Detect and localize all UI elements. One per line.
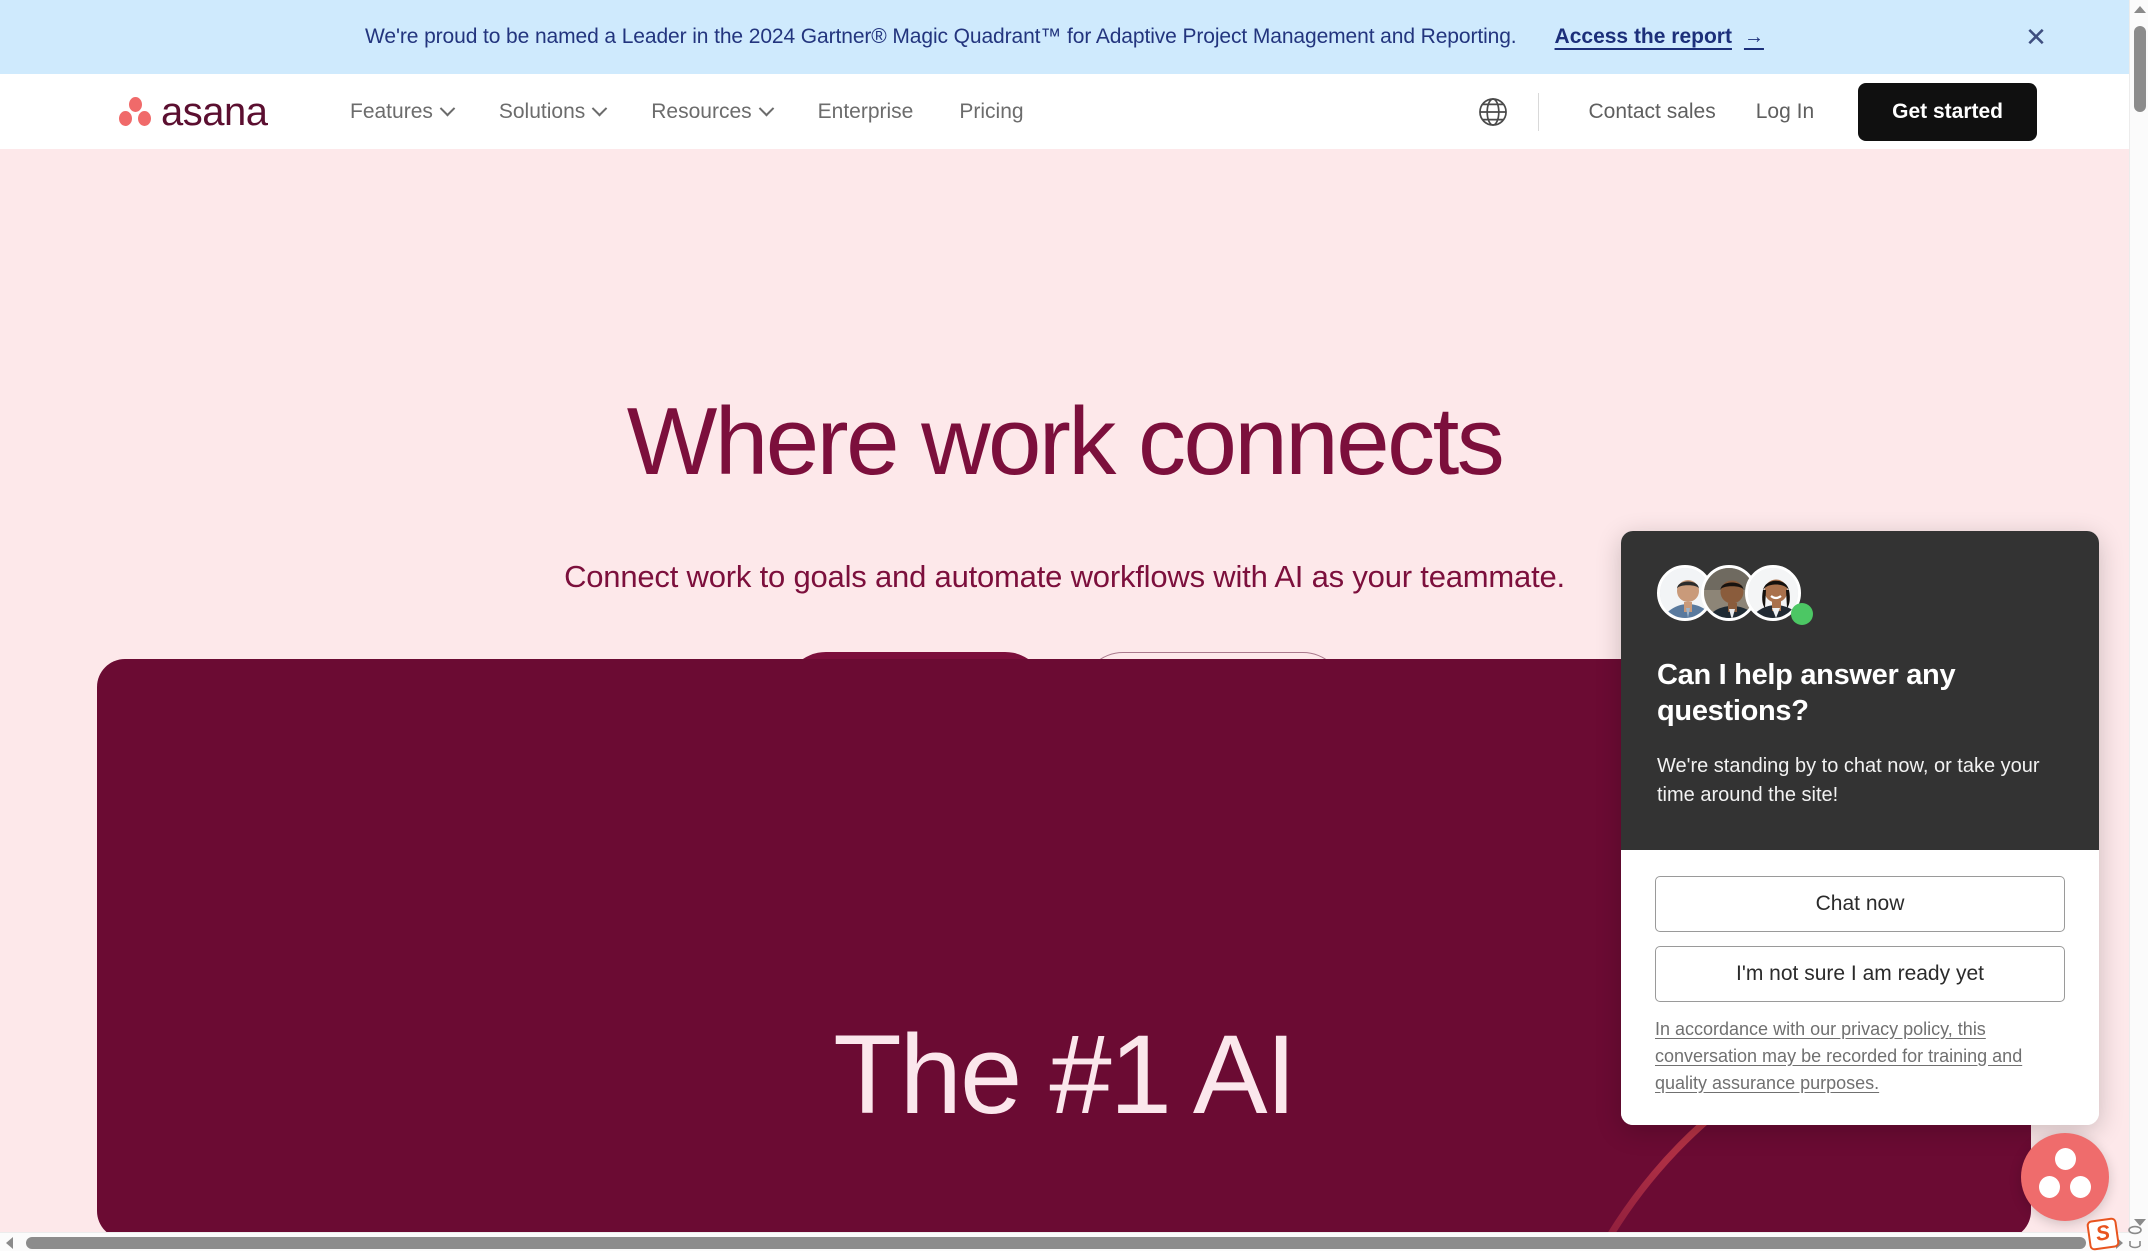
announcement-banner: We're proud to be named a Leader in the … [0,0,2129,74]
chat-widget-header: Can I help answer any questions? We're s… [1621,531,2099,850]
chevron-down-icon [591,100,608,117]
announcement-banner-text: We're proud to be named a Leader in the … [365,25,1517,48]
asana-logo[interactable]: asana [118,89,268,134]
chat-now-button[interactable]: Chat now [1655,875,2065,932]
horizontal-scrollbar-thumb[interactable] [26,1237,2086,1249]
nav-item-pricing-label: Pricing [959,99,1024,123]
nav-item-resources[interactable]: Resources [651,99,774,124]
arrow-right-icon: → [1743,26,1764,48]
page-content: We're proud to be named a Leader in the … [0,0,2129,1232]
nav-item-enterprise[interactable]: Enterprise [818,100,914,124]
snagit-icon[interactable]: S [2086,1217,2120,1251]
asana-logo-wordmark: asana [161,89,268,134]
scroll-up-arrow-icon[interactable] [2130,0,2148,19]
nav-item-features-label: Features [350,99,433,123]
globe-icon[interactable] [1470,89,1516,135]
nav-item-features[interactable]: Features [350,99,456,124]
contact-sales-link[interactable]: Contact sales [1569,100,1736,124]
chevron-down-icon [439,100,456,117]
horizontal-scrollbar[interactable] [0,1232,2129,1251]
nav-item-pricing[interactable]: Pricing [959,100,1023,124]
nav-links-group: Features Solutions Resources Enterprise … [350,100,1024,124]
close-icon[interactable]: ✕ [2019,20,2053,54]
nav-item-enterprise-label: Enterprise [817,99,914,123]
access-report-link[interactable]: Access the report → [1555,25,1764,49]
chat-widget-title: Can I help answer any questions? [1657,659,1956,728]
announcement-banner-content: We're proud to be named a Leader in the … [365,25,1764,49]
scroll-left-arrow-icon[interactable] [0,1233,19,1251]
nav-divider [1537,92,1539,131]
nav-item-solutions[interactable]: Solutions [498,99,608,124]
access-report-label: Access the report [1554,25,1732,48]
nav-item-resources-label: Resources [651,99,752,123]
asana-logo-dots-icon [118,96,152,127]
vertical-scrollbar-thumb[interactable] [2134,26,2146,112]
chat-widget-message: We're standing by to chat now, or take y… [1657,754,2040,806]
browser-viewport: We're proud to be named a Leader in the … [0,0,2148,1251]
vertical-scrollbar[interactable] [2129,0,2148,1232]
main-navigation-bar: asana Features Solutions Resources Enter… [0,74,2129,149]
get-started-button[interactable]: Get started [1858,82,2037,141]
log-in-link[interactable]: Log In [1736,100,1834,124]
nav-item-solutions-label: Solutions [498,99,586,123]
chat-widget: Can I help answer any questions? We're s… [1621,531,2099,1125]
page-title: Where work connects [626,388,1505,495]
chat-agent-avatars [1657,565,2063,627]
not-ready-button[interactable]: I'm not sure I am ready yet [1655,945,2065,1002]
chevron-down-icon [758,100,774,117]
tray-extra-icon[interactable] [2124,1217,2146,1249]
online-status-indicator [1791,603,1813,625]
system-tray: S [2068,1211,2148,1251]
nav-actions-group: Contact sales Log In Get started [1470,82,2037,141]
chat-launcher-button[interactable] [2021,1133,2109,1221]
privacy-policy-link[interactable]: In accordance with our privacy policy, t… [1655,1016,2065,1097]
chat-widget-actions: Chat now I'm not sure I am ready yet In … [1621,849,2099,1125]
